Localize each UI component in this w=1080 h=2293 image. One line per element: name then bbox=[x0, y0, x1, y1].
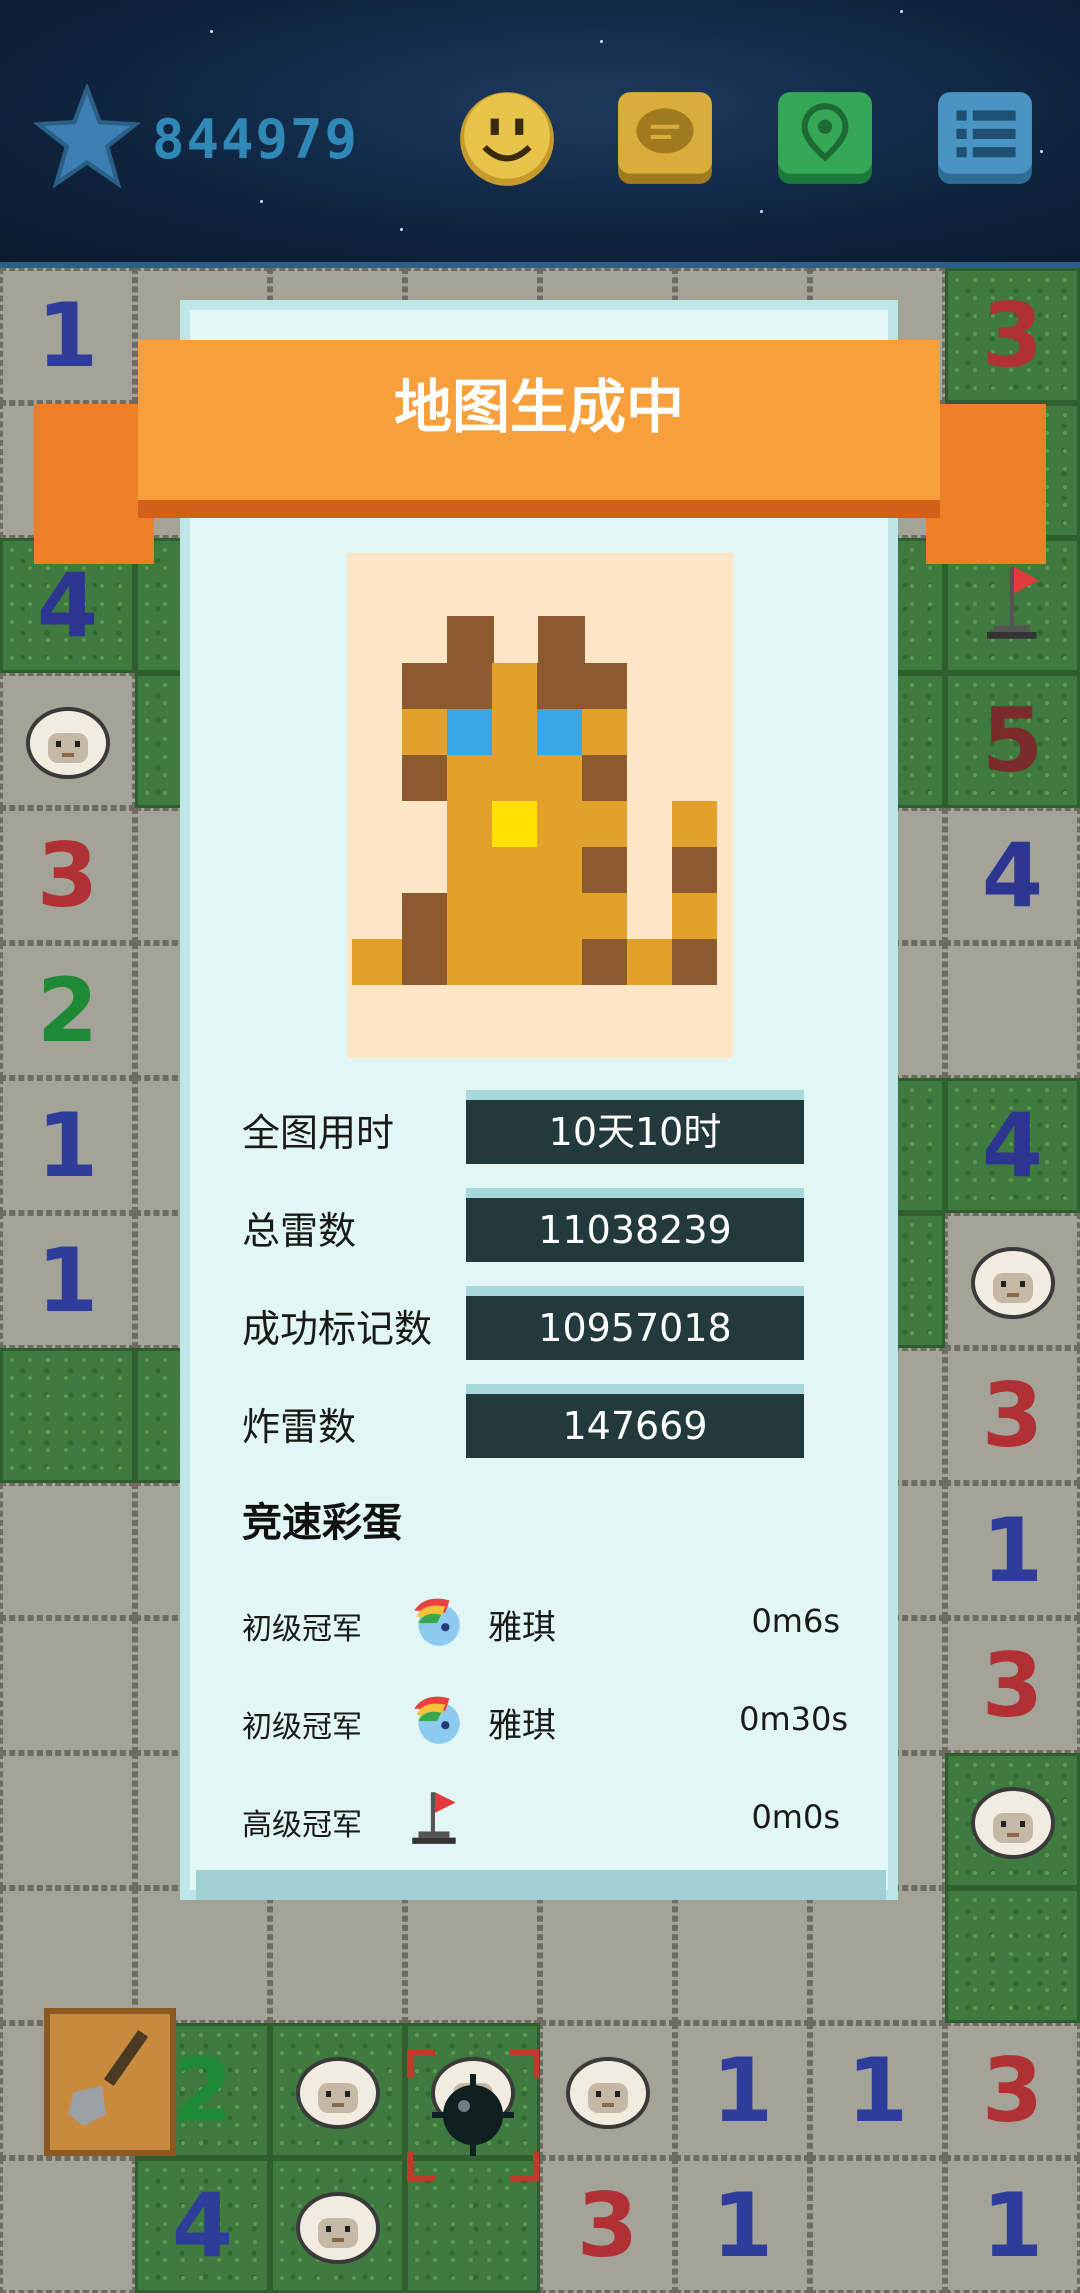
shovel-button[interactable] bbox=[44, 2008, 176, 2156]
board-cell[interactable] bbox=[270, 1888, 405, 2023]
cell-number: 3 bbox=[36, 824, 99, 927]
flag-icon bbox=[987, 566, 1039, 639]
cat-icon bbox=[352, 616, 717, 985]
board-cell[interactable] bbox=[0, 1483, 135, 1618]
cell-number: 4 bbox=[981, 824, 1044, 927]
board-cell[interactable] bbox=[135, 1888, 270, 2023]
cell-number: 2 bbox=[36, 959, 99, 1062]
selected-mine-cell[interactable] bbox=[406, 2048, 540, 2182]
cell-number: 1 bbox=[711, 2174, 774, 2277]
sheep-icon bbox=[566, 2057, 650, 2129]
record-time: 0m6s bbox=[751, 1602, 840, 1640]
stat-label-total-mines: 总雷数 bbox=[242, 1209, 357, 1253]
easter-egg-title: 竞速彩蛋 bbox=[242, 1500, 402, 1546]
board-cell[interactable] bbox=[675, 1888, 810, 2023]
cell-number: 1 bbox=[36, 1229, 99, 1332]
stat-value-total-mines: 11038239 bbox=[466, 1188, 804, 1262]
record-name: 雅琪 bbox=[488, 1608, 556, 1648]
board-cell[interactable] bbox=[0, 1753, 135, 1888]
board-cell[interactable] bbox=[0, 1888, 135, 2023]
board-cell[interactable] bbox=[945, 943, 1080, 1078]
ribbon-tail-right bbox=[926, 404, 1046, 564]
record-name: 雅琪 bbox=[488, 1706, 556, 1746]
record-label: 初级冠军 bbox=[242, 1710, 362, 1745]
cell-number: 1 bbox=[36, 284, 99, 387]
stat-value-flags: 10957018 bbox=[466, 1286, 804, 1360]
cell-number: 1 bbox=[711, 2039, 774, 2142]
sheep-icon bbox=[296, 2192, 380, 2264]
star-icon bbox=[34, 84, 140, 189]
cell-number: 3 bbox=[981, 1364, 1044, 1467]
cell-number: 3 bbox=[981, 1634, 1044, 1737]
cell-number: 1 bbox=[36, 1094, 99, 1197]
cell-number: 4 bbox=[171, 2174, 234, 2277]
board-cell[interactable] bbox=[0, 2158, 135, 2293]
sheep-icon bbox=[26, 707, 110, 779]
dialog-title: 地图生成中 bbox=[393, 373, 684, 441]
stat-label-explosions: 炸雷数 bbox=[242, 1405, 357, 1449]
board-cell[interactable] bbox=[810, 1888, 945, 2023]
stat-value-total-time: 10天10时 bbox=[466, 1090, 804, 1164]
record-label: 高级冠军 bbox=[242, 1808, 362, 1843]
record-time: 0m0s bbox=[751, 1798, 840, 1836]
stat-value-explosions: 147669 bbox=[466, 1384, 804, 1458]
stat-label-total-time: 全图用时 bbox=[242, 1111, 395, 1155]
chat-button[interactable] bbox=[614, 88, 716, 190]
sheep-icon bbox=[296, 2057, 380, 2129]
cell-number: 5 bbox=[981, 689, 1044, 792]
cell-number: 3 bbox=[981, 284, 1044, 387]
ribbon-tail-left bbox=[34, 404, 154, 564]
board-cell[interactable] bbox=[810, 2158, 945, 2293]
board-cell[interactable] bbox=[0, 1618, 135, 1753]
pony-avatar-icon bbox=[414, 1696, 460, 1744]
cell-number: 3 bbox=[576, 2174, 639, 2277]
record-label: 初级冠军 bbox=[242, 1612, 362, 1647]
cell-number: 3 bbox=[981, 2039, 1044, 2142]
smiley-button[interactable] bbox=[456, 88, 558, 190]
top-bar: 844979 bbox=[0, 0, 1080, 268]
record-time: 0m30s bbox=[739, 1700, 848, 1738]
cell-number: 4 bbox=[981, 1094, 1044, 1197]
shovel-icon bbox=[68, 2029, 149, 2126]
board-cell[interactable] bbox=[945, 1888, 1080, 2023]
cell-number: 1 bbox=[846, 2039, 909, 2142]
board-cell[interactable] bbox=[540, 1888, 675, 2023]
cell-number: 1 bbox=[981, 2174, 1044, 2277]
menu-button[interactable] bbox=[934, 88, 1036, 190]
pony-avatar-icon bbox=[414, 1598, 460, 1646]
flag-icon bbox=[412, 1792, 456, 1844]
board-cell[interactable] bbox=[0, 1348, 135, 1483]
board-cell[interactable] bbox=[405, 1888, 540, 2023]
sheep-icon bbox=[971, 1247, 1055, 1319]
cell-number: 1 bbox=[981, 1499, 1044, 1602]
sheep-icon bbox=[971, 1787, 1055, 1859]
dialog-bottom-edge bbox=[196, 1870, 886, 1900]
stat-label-flags: 成功标记数 bbox=[242, 1307, 433, 1351]
score-counter: 844979 bbox=[152, 108, 360, 171]
map-button[interactable] bbox=[774, 88, 876, 190]
cat-pixel-art bbox=[347, 553, 733, 1058]
